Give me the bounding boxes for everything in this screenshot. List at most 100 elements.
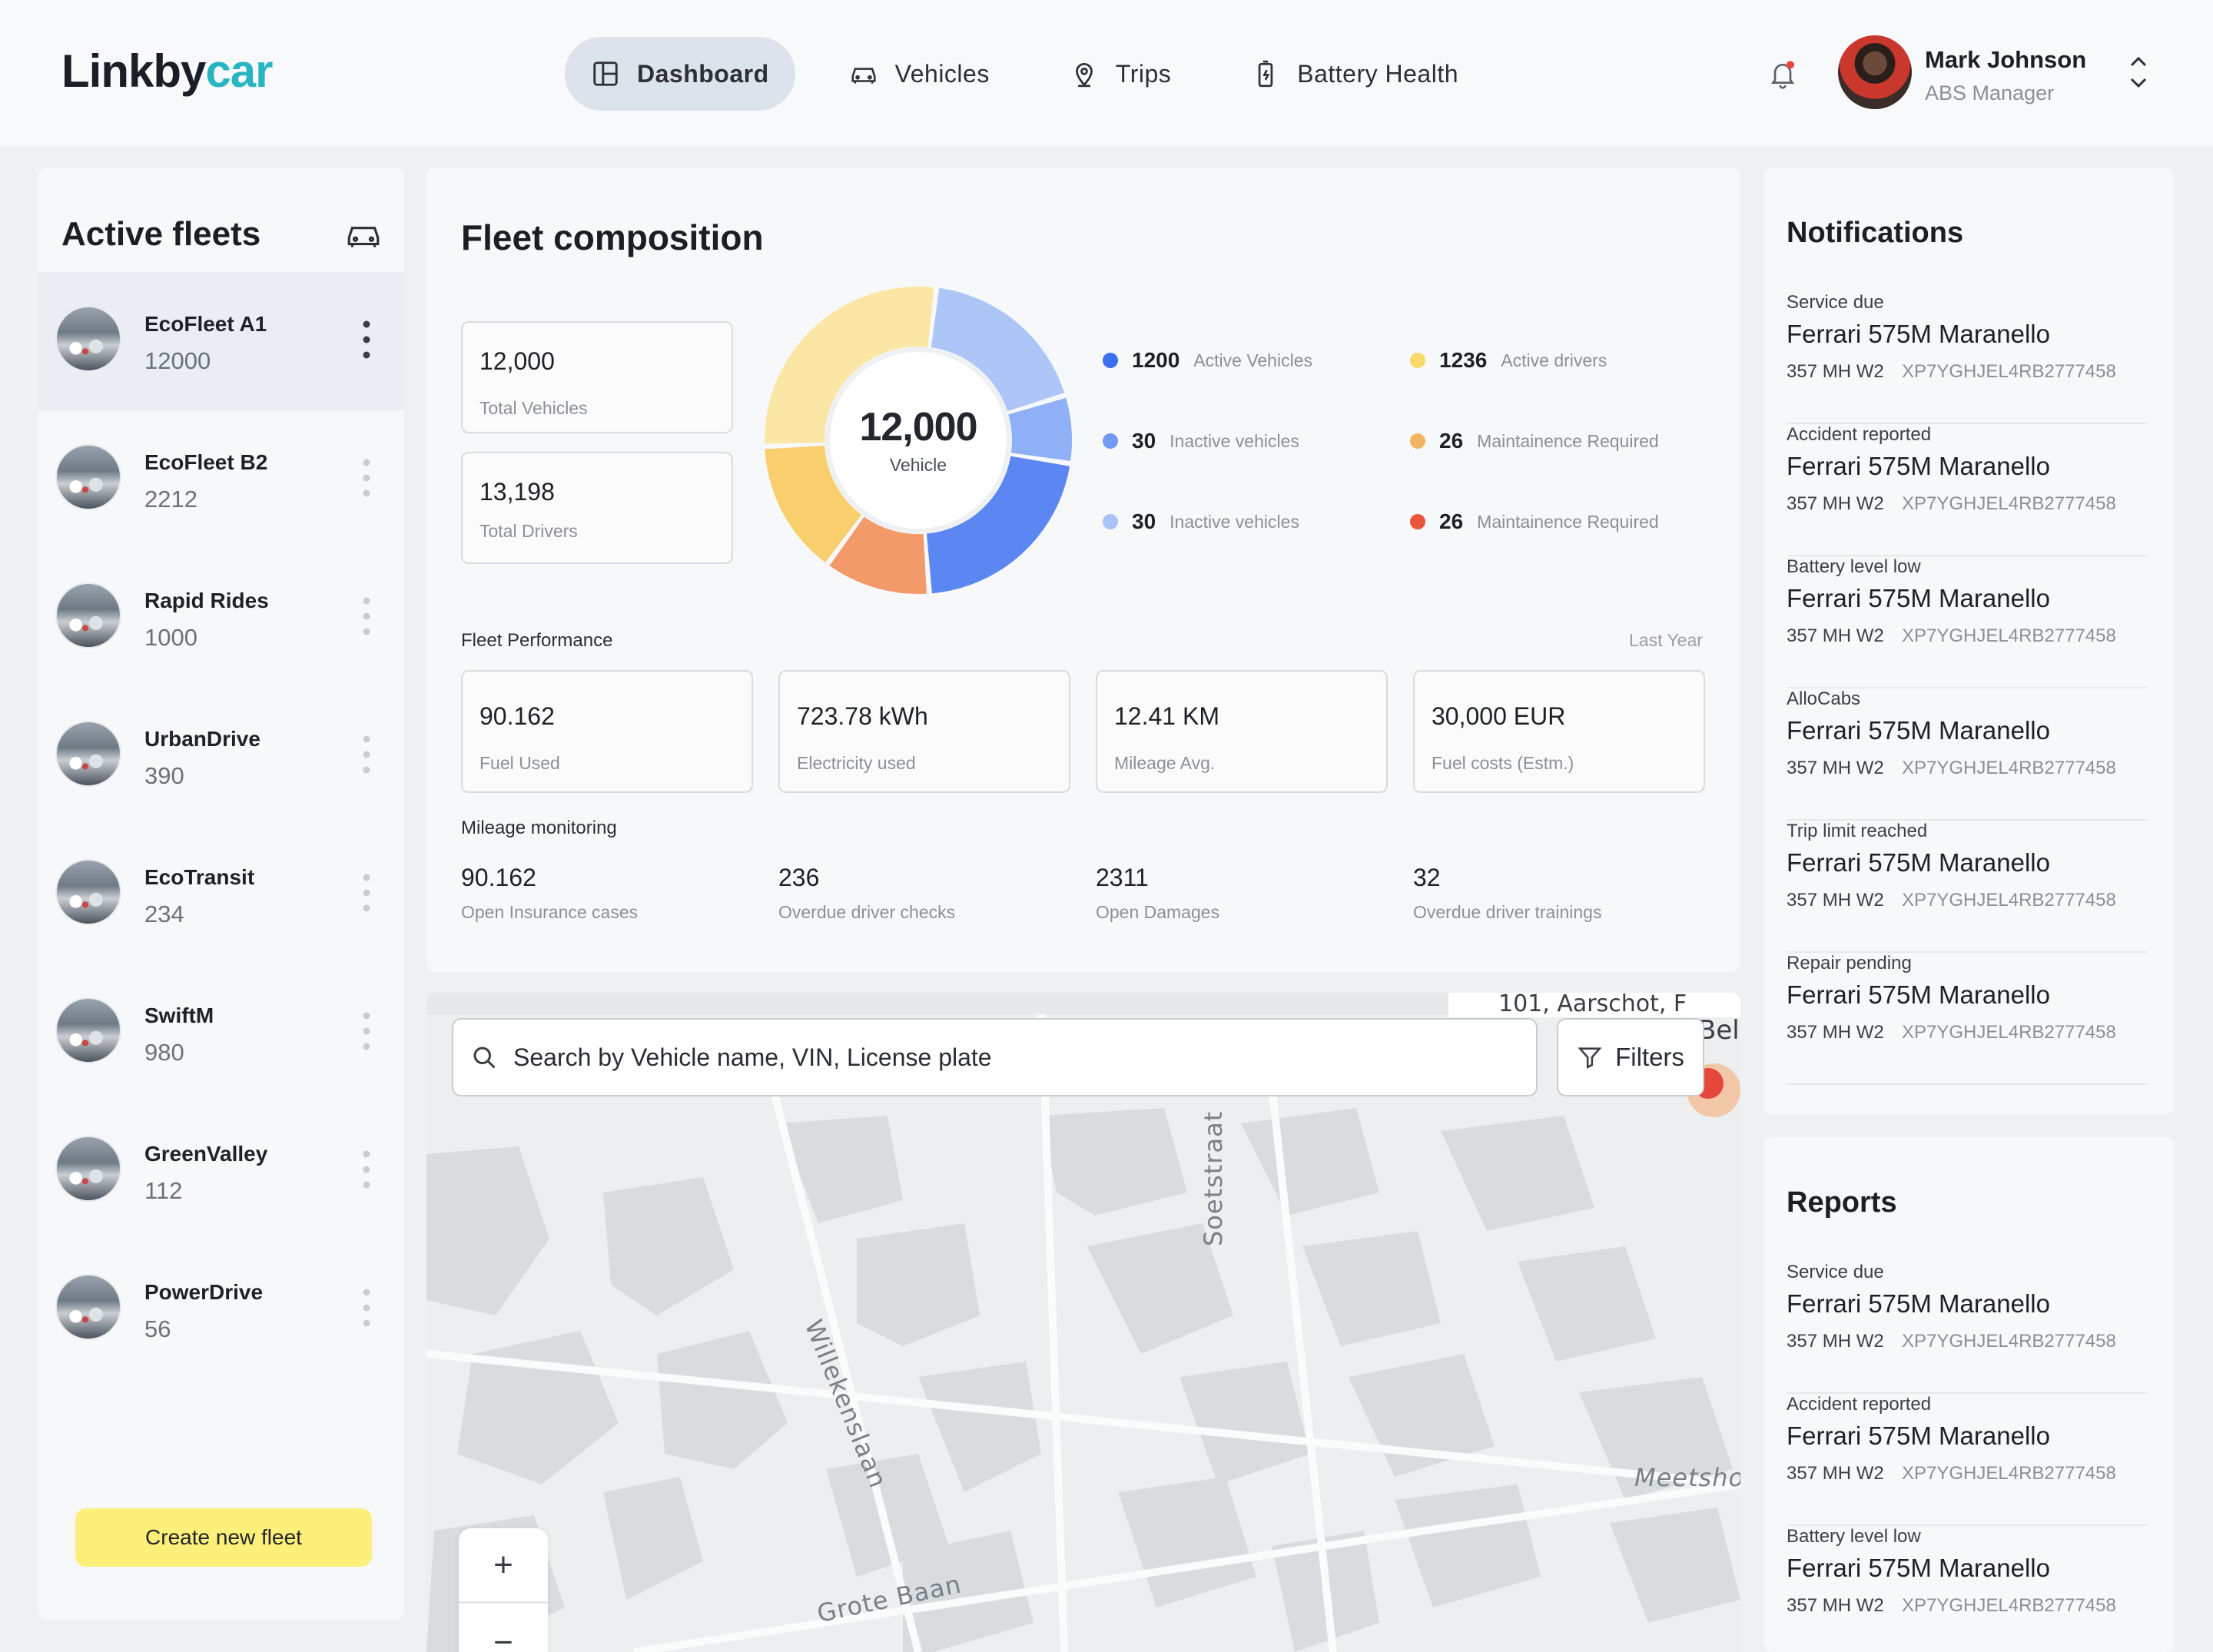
- mileage-value: 2311: [1096, 864, 1149, 891]
- legend-item: 26 Maintainence Required: [1410, 429, 1659, 453]
- report-item[interactable]: Service due Ferrari 575M Maranello 357 MH …: [1787, 1262, 2148, 1394]
- fleet-name: EcoFleet B2: [144, 450, 268, 474]
- performance-value: 723.78 kWh: [797, 702, 928, 730]
- fleet-name: GreenValley: [144, 1142, 268, 1166]
- map-overlay-address: 101, Aarschot, F: [1498, 993, 1687, 1017]
- total-drivers-value: 13,198: [479, 478, 555, 506]
- report-item[interactable]: Battery level low Ferrari 575M Maranello 3…: [1787, 1526, 2148, 1652]
- fleet-count: 112: [144, 1177, 183, 1204]
- nav-vehicles-label: Vehicles: [894, 59, 990, 88]
- notification-item[interactable]: AlloCabs Ferrari 575M Maranello 357 MH W2 X…: [1787, 688, 2148, 821]
- performance-card: 12.41 KM Mileage Avg.: [1096, 670, 1388, 793]
- total-drivers-card: 13,198 Total Drivers: [461, 452, 733, 564]
- notifications-title: Notifications: [1787, 217, 1964, 249]
- mileage-value: 32: [1413, 864, 1441, 891]
- nav-dashboard[interactable]: Dashboard: [565, 37, 795, 111]
- fleet-item[interactable]: UrbanDrive 390: [38, 687, 404, 825]
- license-plate: 357 MH W2: [1787, 758, 1884, 778]
- more-vertical-icon[interactable]: [361, 733, 372, 776]
- car-icon: [851, 68, 876, 84]
- legend-dot: [1103, 433, 1118, 449]
- filters-button[interactable]: Filters: [1557, 1018, 1704, 1096]
- vin: XP7YGHJEL4RB2777458: [1902, 1022, 2116, 1043]
- fleet-thumbnail: [55, 1136, 121, 1202]
- active-fleets-panel: Active fleets EcoFleet A1 12000 EcoFleet B…: [38, 168, 404, 1620]
- legend-value: 26: [1439, 429, 1464, 453]
- fleet-map[interactable]: 101, Aarschot, F Belg Filters Soetstraat…: [426, 993, 1740, 1652]
- performance-value: 30,000 EUR: [1432, 702, 1566, 730]
- vin: XP7YGHJEL4RB2777458: [1902, 361, 2116, 382]
- logo[interactable]: Linkbycar: [61, 45, 273, 98]
- notification-item[interactable]: Service due Ferrari 575M Maranello 357 MH …: [1787, 292, 2148, 424]
- street-label: Soetstraat: [1199, 1110, 1228, 1246]
- legend-item: 1236 Active drivers: [1410, 348, 1607, 373]
- item-type: Battery level low: [1787, 556, 1921, 577]
- legend-item: 26 Maintainence Required: [1410, 509, 1659, 534]
- dashboard-icon: [593, 61, 618, 86]
- map-overlay-label: Belg: [1698, 1015, 1740, 1046]
- more-vertical-icon[interactable]: [361, 1148, 372, 1191]
- filters-label: Filters: [1615, 1043, 1684, 1071]
- more-vertical-icon[interactable]: [361, 595, 372, 638]
- nav-battery-health[interactable]: Battery Health: [1225, 37, 1485, 111]
- fleet-list: EcoFleet A1 12000 EcoFleet B2 2212 Rapid Rid…: [38, 272, 404, 1378]
- vehicle-search-input[interactable]: [513, 1043, 1512, 1072]
- notification-item[interactable]: Repair pending Ferrari 575M Maranello 357 …: [1787, 953, 2148, 1085]
- fleet-item[interactable]: Rapid Rides 1000: [38, 549, 404, 687]
- mileage-value: 236: [778, 864, 820, 891]
- legend-dot: [1410, 514, 1425, 529]
- fleet-count: 390: [144, 762, 184, 789]
- vehicle-name: Ferrari 575M Maranello: [1787, 980, 2050, 1009]
- fleet-performance-label: Fleet Performance: [461, 630, 613, 651]
- report-item[interactable]: Accident reported Ferrari 575M Maranello 3…: [1787, 1394, 2148, 1526]
- fleet-item[interactable]: PowerDrive 56: [38, 1240, 404, 1378]
- avatar[interactable]: [1838, 35, 1912, 109]
- more-vertical-icon[interactable]: [361, 456, 372, 499]
- fleet-name: EcoTransit: [144, 865, 255, 889]
- user-role: ABS Manager: [1925, 81, 2055, 104]
- notifications-panel: Notifications Service due Ferrari 575M Ma…: [1763, 168, 2175, 1114]
- chevron-up-down-icon[interactable]: [2127, 54, 2150, 91]
- fleet-name: UrbanDrive: [144, 727, 260, 751]
- notification-item[interactable]: Battery level low Ferrari 575M Maranello 3…: [1787, 556, 2148, 688]
- item-type: Repair pending: [1787, 953, 1912, 974]
- nav-vehicles[interactable]: Vehicles: [823, 37, 1016, 111]
- vin: XP7YGHJEL4RB2777458: [1902, 1331, 2116, 1352]
- zoom-in-button[interactable]: +: [459, 1528, 548, 1604]
- period-label[interactable]: Last Year: [1629, 630, 1703, 651]
- more-vertical-icon[interactable]: [361, 318, 372, 361]
- license-plate: 357 MH W2: [1787, 1022, 1884, 1043]
- more-vertical-icon[interactable]: [361, 871, 372, 914]
- fleet-item[interactable]: EcoTransit 234: [38, 825, 404, 964]
- vehicle-name: Ferrari 575M Maranello: [1787, 1554, 2050, 1582]
- fleet-item[interactable]: SwiftM 980: [38, 964, 404, 1102]
- total-vehicles-value: 12,000: [479, 347, 555, 375]
- active-fleets-title: Active fleets: [61, 215, 261, 253]
- fleet-item[interactable]: EcoFleet A1 12000: [38, 272, 404, 410]
- vehicle-name: Ferrari 575M Maranello: [1787, 584, 2050, 612]
- nav-trips[interactable]: Trips: [1043, 37, 1197, 111]
- create-fleet-button[interactable]: Create new fleet: [75, 1508, 372, 1567]
- legend-item: 1200 Active Vehicles: [1103, 348, 1312, 373]
- fleet-item[interactable]: EcoFleet B2 2212: [38, 410, 404, 549]
- car-icon[interactable]: [344, 215, 383, 254]
- notification-item[interactable]: Accident reported Ferrari 575M Maranello 3…: [1787, 424, 2148, 556]
- vin: XP7YGHJEL4RB2777458: [1902, 625, 2116, 646]
- fleet-item[interactable]: GreenValley 112: [38, 1102, 404, 1240]
- more-vertical-icon[interactable]: [361, 1286, 372, 1329]
- zoom-out-button[interactable]: −: [459, 1605, 548, 1652]
- total-drivers-label: Total Drivers: [479, 521, 578, 541]
- bell-icon[interactable]: [1767, 58, 1798, 89]
- user-name: Mark Johnson: [1925, 46, 2087, 73]
- donut-center-label: Vehicle: [889, 455, 947, 475]
- vehicle-search[interactable]: [452, 1018, 1538, 1096]
- notification-item[interactable]: Trip limit reached Ferrari 575M Maranello…: [1787, 821, 2148, 953]
- legend-value: 26: [1439, 509, 1464, 533]
- search-icon: [473, 1047, 496, 1069]
- reports-panel: Reports Service due Ferrari 575M Maranell…: [1763, 1137, 2175, 1652]
- total-vehicles-label: Total Vehicles: [479, 398, 588, 418]
- more-vertical-icon[interactable]: [361, 1010, 372, 1053]
- legend-value: 30: [1132, 429, 1156, 453]
- fleet-count: 12000: [144, 347, 211, 374]
- item-type: Trip limit reached: [1787, 821, 1928, 841]
